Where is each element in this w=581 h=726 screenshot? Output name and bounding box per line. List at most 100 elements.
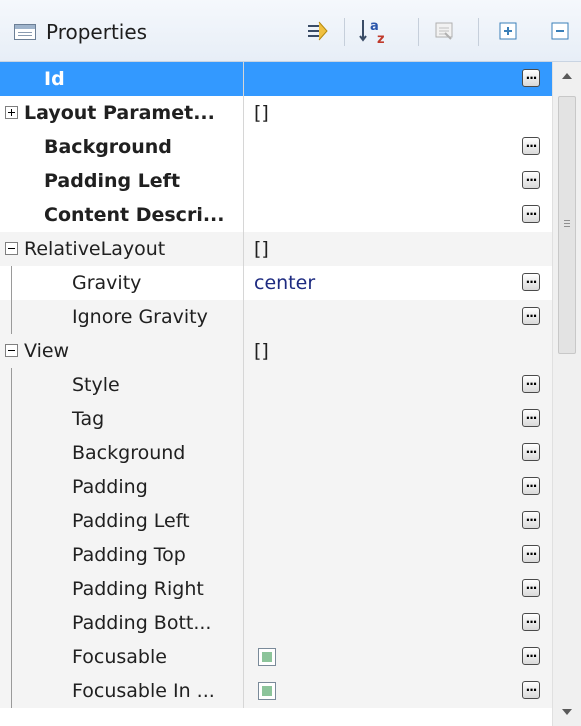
property-row[interactable]: Focusable In ...... <box>0 674 552 708</box>
restore-default-icon <box>435 22 453 40</box>
ellipsis-button[interactable]: ... <box>522 511 540 529</box>
ellipsis-button[interactable]: ... <box>522 375 540 393</box>
properties-view-icon <box>14 24 36 40</box>
property-value: [] <box>254 102 269 124</box>
property-name-cell: Focusable <box>0 640 244 674</box>
restore-default-button[interactable] <box>426 14 464 48</box>
ellipsis-button[interactable]: ... <box>522 613 540 631</box>
ellipsis-icon: ... <box>525 408 538 422</box>
ellipsis-button[interactable]: ... <box>522 69 540 87</box>
property-name-cell: Tag <box>0 402 244 436</box>
property-value-cell[interactable]: ... <box>244 504 552 538</box>
property-value-cell[interactable]: ... <box>244 402 552 436</box>
ellipsis-button[interactable]: ... <box>522 171 540 189</box>
property-row[interactable]: Padding Right... <box>0 572 552 606</box>
ellipsis-button[interactable]: ... <box>522 307 540 325</box>
property-value: center <box>254 272 316 294</box>
property-value-cell[interactable]: ... <box>244 130 552 164</box>
ellipsis-button[interactable]: ... <box>522 205 540 223</box>
property-value-cell[interactable]: ... <box>244 606 552 640</box>
property-value-cell[interactable]: ... <box>244 640 552 674</box>
property-value-cell[interactable]: ... <box>244 436 552 470</box>
property-label: Background <box>72 442 186 464</box>
property-row[interactable]: Background... <box>0 130 552 164</box>
property-row[interactable]: Background... <box>0 436 552 470</box>
property-value-cell[interactable]: [] <box>244 232 552 266</box>
property-value-cell[interactable]: ... <box>244 538 552 572</box>
property-row[interactable]: Style... <box>0 368 552 402</box>
property-row[interactable]: Focusable... <box>0 640 552 674</box>
property-row[interactable]: Padding Bott...... <box>0 606 552 640</box>
ellipsis-button[interactable]: ... <box>522 545 540 563</box>
property-value-cell[interactable]: ... <box>244 368 552 402</box>
ellipsis-button[interactable]: ... <box>522 647 540 665</box>
sort-alphabetically-button[interactable]: a z <box>352 14 396 48</box>
property-value-cell[interactable]: ... <box>244 674 552 708</box>
property-row[interactable]: Padding Left... <box>0 164 552 198</box>
property-row[interactable]: Padding Left... <box>0 504 552 538</box>
property-name-cell: Padding Bott... <box>0 606 244 640</box>
ellipsis-button[interactable]: ... <box>522 409 540 427</box>
property-row[interactable]: View [] <box>0 334 552 368</box>
property-row[interactable]: Layout Paramet... [] <box>0 96 552 130</box>
property-name-cell: Background <box>0 436 244 470</box>
property-row[interactable]: Ignore Gravity... <box>0 300 552 334</box>
checkbox[interactable] <box>258 648 276 666</box>
property-label: Padding <box>72 476 148 498</box>
ellipsis-icon: ... <box>525 374 538 388</box>
tree-guide-line <box>11 674 12 708</box>
properties-header: Properties a z <box>0 0 581 62</box>
property-label: Style <box>72 374 120 396</box>
scroll-down-button[interactable] <box>553 698 581 726</box>
property-value-cell[interactable]: ... <box>244 300 552 334</box>
scroll-up-button[interactable] <box>553 62 581 90</box>
property-row[interactable]: Gravity center... <box>0 266 552 300</box>
property-name-cell: Background <box>0 130 244 164</box>
property-value-cell[interactable]: center... <box>244 266 552 300</box>
property-value-cell[interactable]: ... <box>244 62 552 96</box>
ellipsis-icon: ... <box>525 272 538 286</box>
ellipsis-icon: ... <box>525 680 538 694</box>
ellipsis-button[interactable]: ... <box>522 137 540 155</box>
ellipsis-button[interactable]: ... <box>522 273 540 291</box>
property-value-cell[interactable]: ... <box>244 572 552 606</box>
tree-guide-line <box>11 470 12 504</box>
property-value-cell[interactable]: [] <box>244 96 552 130</box>
property-value: [] <box>254 238 269 260</box>
expand-icon[interactable] <box>5 106 18 119</box>
property-label: Layout Paramet... <box>24 102 215 124</box>
property-row[interactable]: Id... <box>0 62 552 96</box>
collapse-all-button[interactable] <box>540 14 580 48</box>
ellipsis-button[interactable]: ... <box>522 681 540 699</box>
scrollbar-thumb[interactable] <box>558 96 576 354</box>
property-label: Padding Left <box>72 510 190 532</box>
ellipsis-button[interactable]: ... <box>522 443 540 461</box>
tree-guide-line <box>11 504 12 538</box>
property-row[interactable]: RelativeLayout [] <box>0 232 552 266</box>
property-name-cell: Layout Paramet... <box>0 96 244 130</box>
tree-guide-line <box>11 436 12 470</box>
property-row[interactable]: Tag... <box>0 402 552 436</box>
svg-text:z: z <box>377 32 385 46</box>
property-value-cell[interactable]: ... <box>244 198 552 232</box>
collapse-icon[interactable] <box>5 344 18 357</box>
ellipsis-button[interactable]: ... <box>522 477 540 495</box>
show-advanced-button[interactable] <box>300 14 336 48</box>
property-value-cell[interactable]: ... <box>244 470 552 504</box>
checkbox[interactable] <box>258 682 276 700</box>
property-value-cell[interactable]: [] <box>244 334 552 368</box>
vertical-scrollbar[interactable] <box>552 62 581 726</box>
property-value-cell[interactable]: ... <box>244 164 552 198</box>
tree-guide-line <box>11 538 12 572</box>
property-label: Gravity <box>72 272 142 294</box>
property-row[interactable]: Padding... <box>0 470 552 504</box>
tree-guide-line <box>11 572 12 606</box>
collapse-icon[interactable] <box>5 242 18 255</box>
ellipsis-icon: ... <box>525 646 538 660</box>
property-row[interactable]: Padding Top... <box>0 538 552 572</box>
property-row[interactable]: Content Descri...... <box>0 198 552 232</box>
ellipsis-button[interactable]: ... <box>522 579 540 597</box>
tree-guide-line <box>11 266 12 300</box>
expand-all-button[interactable] <box>488 14 528 48</box>
panel-title: Properties <box>46 20 148 44</box>
